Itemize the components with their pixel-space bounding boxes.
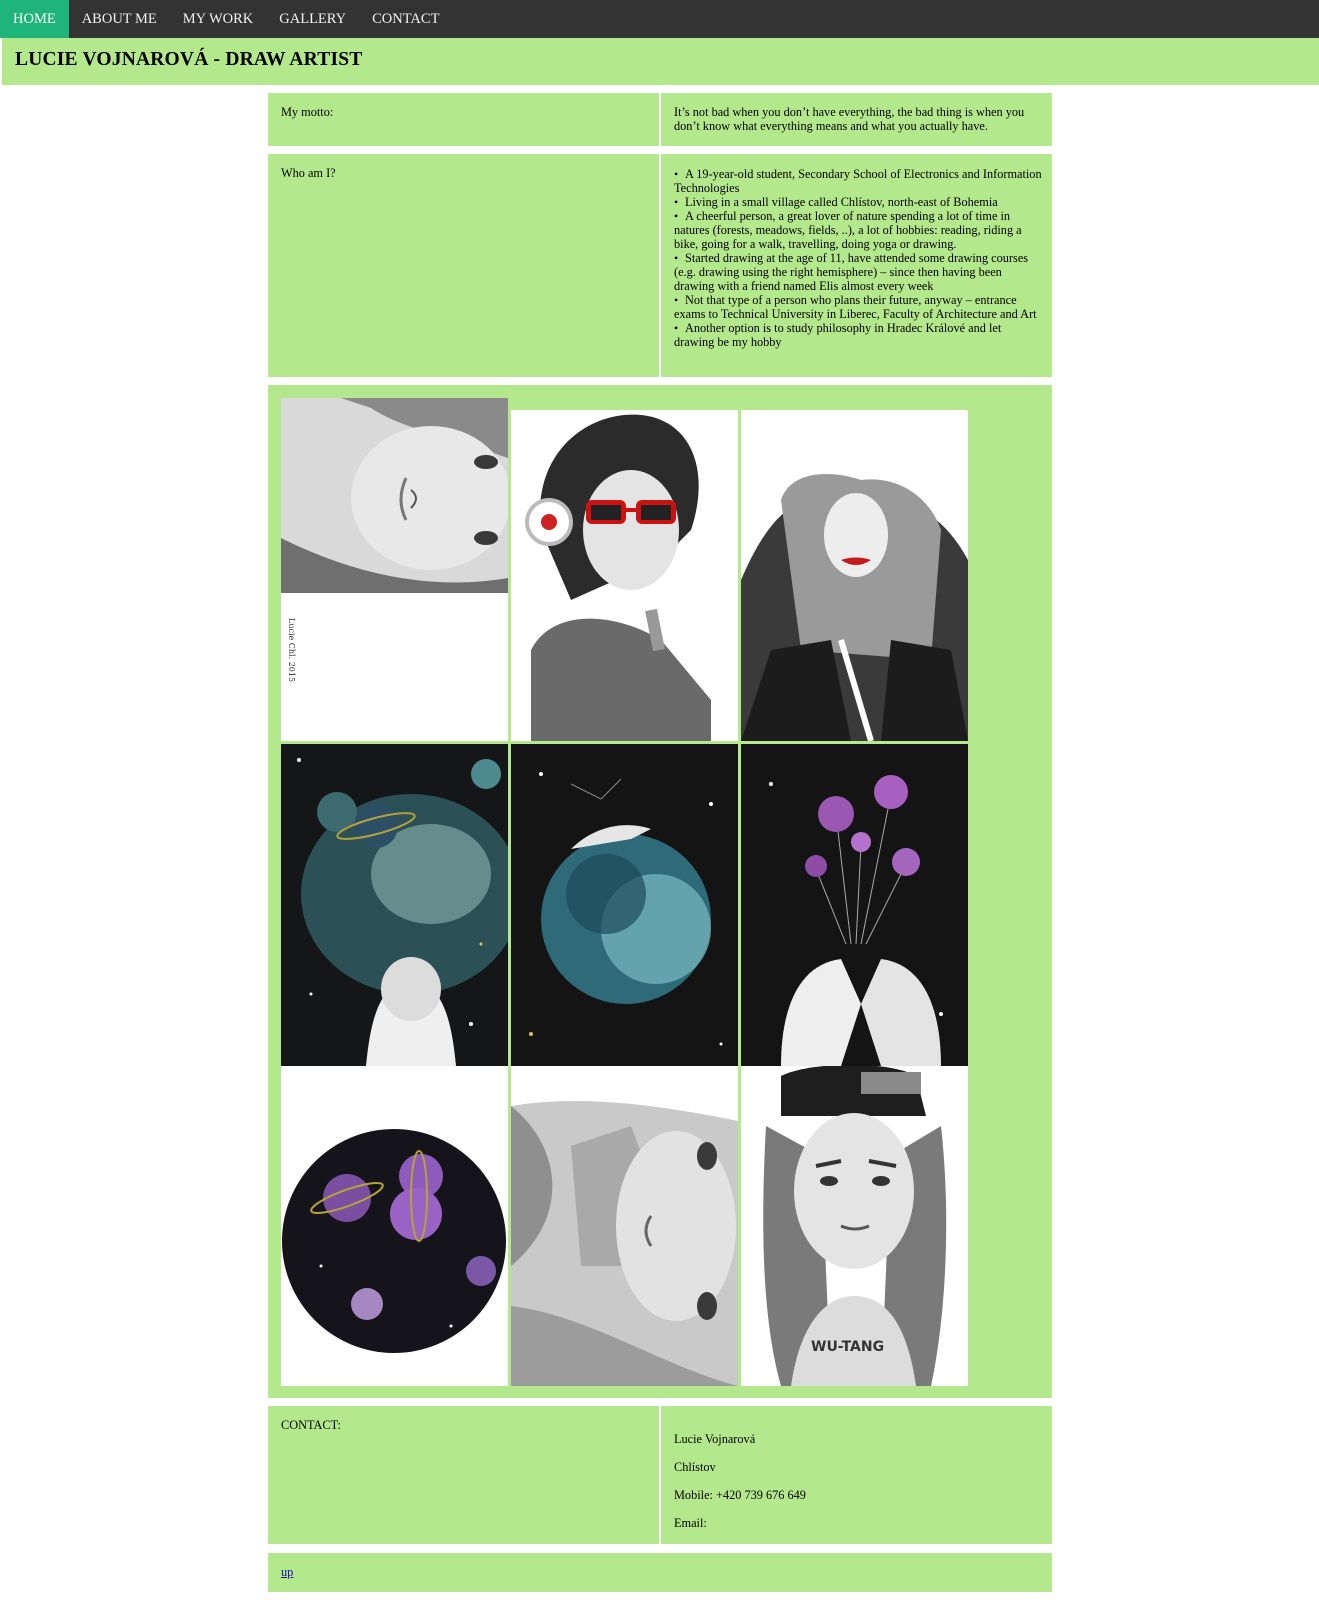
contact-name: Lucie Vojnarová — [674, 1432, 756, 1446]
contact-mobile: Mobile: +420 739 676 649 — [674, 1488, 806, 1502]
contact-label: CONTACT: — [281, 1418, 341, 1432]
gallery-panel: Lucie Chl. 2015 WU-TANG — [268, 385, 1052, 1398]
gallery-image-5[interactable] — [511, 744, 738, 1066]
footer-panel: up — [268, 1553, 1052, 1592]
galaxy-girl-drawing — [281, 744, 508, 1066]
nav-gallery[interactable]: GALLERY — [266, 0, 359, 38]
about-item: A 19-year-old student, Secondary School … — [674, 167, 1042, 195]
contact-panel: CONTACT: Lucie Vojnarová Chlístov Mobile… — [268, 1406, 1052, 1544]
about-item: Living in a small village called Chlísto… — [674, 195, 1042, 209]
cap-girl-drawing: WU-TANG — [741, 1066, 968, 1386]
contact-email: Email: — [674, 1516, 707, 1530]
motto-panel: My motto: It’s not bad when you don’t ha… — [268, 93, 1052, 146]
about-label: Who am I? — [281, 166, 336, 180]
blue-planet-drawing — [511, 744, 738, 1066]
planet-circle-drawing — [281, 1066, 508, 1386]
site-header: LUCIE VOJNAROVÁ - DRAW ARTIST — [2, 38, 1319, 85]
gallery-image-9[interactable]: WU-TANG — [741, 1066, 968, 1386]
shirt-text: WU-TANG — [811, 1339, 884, 1355]
gallery-image-6[interactable] — [741, 744, 968, 1066]
about-list: A 19-year-old student, Secondary School … — [674, 167, 1042, 349]
motto-text: It’s not bad when you don’t have everyth… — [674, 105, 1025, 133]
nav-home[interactable]: HOME — [0, 0, 69, 38]
contact-town: Chlístov — [674, 1460, 716, 1474]
back-to-top-link[interactable]: up — [281, 1565, 293, 1579]
about-item: Not that type of a person who plans thei… — [674, 293, 1042, 321]
rotated-face-drawing — [511, 1066, 738, 1386]
contact-label-cell: CONTACT: — [268, 1406, 659, 1544]
about-list-cell: A 19-year-old student, Secondary School … — [661, 154, 1052, 377]
about-item: Started drawing at the age of 11, have a… — [674, 251, 1042, 293]
gallery-image-3[interactable] — [741, 410, 968, 741]
gallery-image-7[interactable] — [281, 1066, 508, 1386]
gallery-image-4[interactable] — [281, 744, 508, 1066]
gallery-image-1[interactable]: Lucie Chl. 2015 — [281, 398, 508, 741]
planet-balloons-drawing — [741, 744, 968, 1066]
motto-text-cell: It’s not bad when you don’t have everyth… — [661, 93, 1052, 146]
red-lips-woman-drawing — [741, 410, 968, 741]
signature: Lucie Chl. 2015 — [287, 618, 296, 682]
about-item: Another option is to study philosophy in… — [674, 321, 1042, 349]
nav-about-me[interactable]: ABOUT ME — [69, 0, 170, 38]
about-label-cell: Who am I? — [268, 154, 659, 377]
page-title: LUCIE VOJNAROVÁ - DRAW ARTIST — [15, 49, 363, 70]
pencil-portrait-drawing: Lucie Chl. 2015 — [281, 398, 508, 741]
motto-label-cell: My motto: — [268, 93, 659, 146]
gallery-image-2[interactable] — [511, 410, 738, 741]
gallery-image-8[interactable] — [511, 1066, 738, 1386]
top-nav: HOME ABOUT ME MY WORK GALLERY CONTACT — [0, 0, 1319, 38]
nav-contact[interactable]: CONTACT — [359, 0, 452, 38]
motto-label: My motto: — [281, 105, 334, 119]
about-item: A cheerful person, a great lover of natu… — [674, 209, 1042, 251]
about-panel: Who am I? A 19-year-old student, Seconda… — [268, 154, 1052, 377]
nav-my-work[interactable]: MY WORK — [170, 0, 267, 38]
contact-details-cell: Lucie Vojnarová Chlístov Mobile: +420 73… — [661, 1406, 1052, 1544]
sunglasses-girl-drawing — [511, 410, 738, 741]
